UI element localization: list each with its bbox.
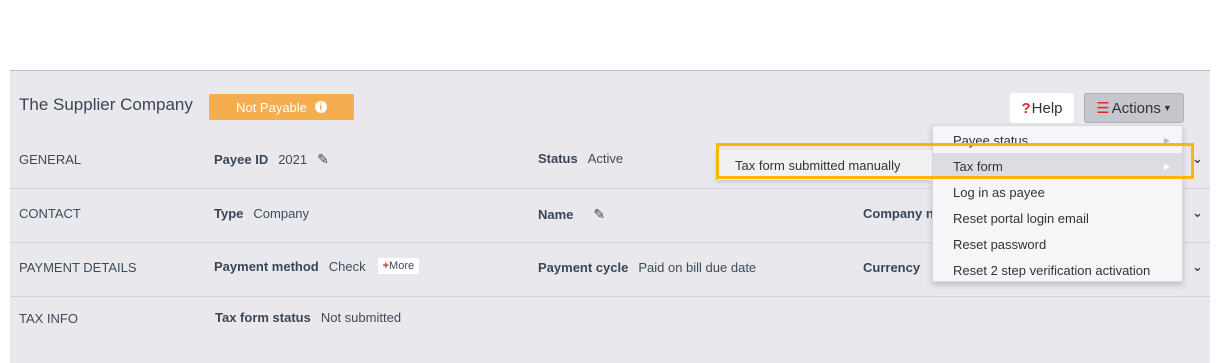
section-label-payment: PAYMENT DETAILS	[19, 260, 137, 275]
chevron-down-icon[interactable]: ⌄	[1192, 205, 1203, 221]
actions-button[interactable]: ☰ Actions ▼	[1084, 93, 1184, 123]
tax-form-status-label: Tax form status	[215, 310, 311, 325]
menu-item-label: Log in as payee	[953, 184, 1045, 200]
section-label-tax: TAX INFO	[19, 311, 78, 326]
payment-cycle-field: Payment cycle Paid on bill due date	[538, 260, 756, 275]
status-field: Status Active	[538, 151, 623, 166]
currency-field: Currency	[863, 260, 930, 275]
chevron-down-icon[interactable]: ⌄	[1192, 151, 1203, 167]
more-button[interactable]: +More	[377, 258, 420, 274]
menu-item-label: Reset password	[953, 236, 1047, 252]
submenu-item-label: Tax form submitted manually	[735, 157, 901, 173]
submenu-item-tax-form-submitted-manually[interactable]: Tax form submitted manually	[718, 150, 932, 180]
status-label: Status	[538, 151, 578, 166]
payee-id-label: Payee ID	[214, 152, 269, 167]
payee-id-field: Payee ID 2021 ✎	[214, 151, 329, 168]
info-icon[interactable]: i	[314, 101, 327, 113]
menu-item-reset-portal-login-email[interactable]: Reset portal login email	[933, 205, 1182, 231]
type-label: Type	[214, 206, 244, 221]
menu-item-label: Payee status	[953, 132, 1029, 148]
section-label-contact: CONTACT	[19, 206, 81, 221]
tax-form-status-field: Tax form status Not submitted	[215, 310, 401, 325]
section-label-general: GENERAL	[19, 152, 82, 167]
edit-payee-id-icon[interactable]: ✎	[317, 151, 329, 168]
help-label: Help	[1031, 99, 1063, 117]
menu-item-payee-status[interactable]: Payee status ▶	[933, 127, 1182, 153]
more-label: More	[389, 260, 415, 272]
payment-method-label: Payment method	[214, 258, 319, 274]
tax-form-status-value: Not submitted	[320, 310, 402, 325]
actions-label: Actions	[1111, 99, 1161, 117]
menu-item-log-in-as-payee[interactable]: Log in as payee	[933, 179, 1182, 205]
status-badge-label: Not Payable	[236, 99, 307, 115]
chevron-right-icon: ▶	[1163, 135, 1170, 145]
payment-cycle-value: Paid on bill due date	[638, 260, 757, 275]
menu-item-reset-password[interactable]: Reset password	[933, 231, 1182, 257]
payment-method-field: Payment method Check +More	[214, 258, 420, 274]
tax-row: TAX INFO Tax form status Not submitted	[10, 297, 1210, 351]
type-value: Company	[253, 206, 310, 221]
menu-item-reset-2-step-verification[interactable]: Reset 2 step verification activation	[933, 257, 1182, 283]
edit-name-icon[interactable]: ✎	[593, 206, 605, 223]
name-field: Name ✎	[538, 206, 605, 223]
name-label: Name	[538, 207, 574, 222]
status-badge[interactable]: Not Payable i	[209, 94, 354, 120]
company-name: The Supplier Company	[19, 95, 193, 114]
menu-item-tax-form[interactable]: Tax form ▶	[933, 153, 1182, 179]
chevron-right-icon: ▶	[1163, 161, 1170, 171]
actions-dropdown-menu: Payee status ▶ Tax form ▶ Log in as paye…	[932, 125, 1183, 282]
menu-item-label: Reset portal login email	[953, 210, 1089, 226]
type-field: Type Company	[214, 206, 309, 221]
payment-cycle-label: Payment cycle	[538, 260, 629, 275]
help-button[interactable]: ? Help	[1010, 93, 1074, 123]
status-value: Active	[587, 151, 624, 166]
menu-item-label: Reset 2 step verification activation	[953, 262, 1151, 278]
caret-down-icon: ▼	[1162, 103, 1172, 113]
question-icon: ?	[1021, 99, 1031, 117]
payment-method-value: Check	[328, 258, 366, 274]
currency-label: Currency	[863, 260, 921, 275]
chevron-down-icon[interactable]: ⌄	[1192, 259, 1203, 275]
payee-id-value: 2021	[278, 152, 308, 167]
company-label: Company n	[863, 206, 934, 221]
menu-item-label: Tax form	[953, 158, 1003, 174]
hamburger-icon: ☰	[1096, 100, 1110, 117]
